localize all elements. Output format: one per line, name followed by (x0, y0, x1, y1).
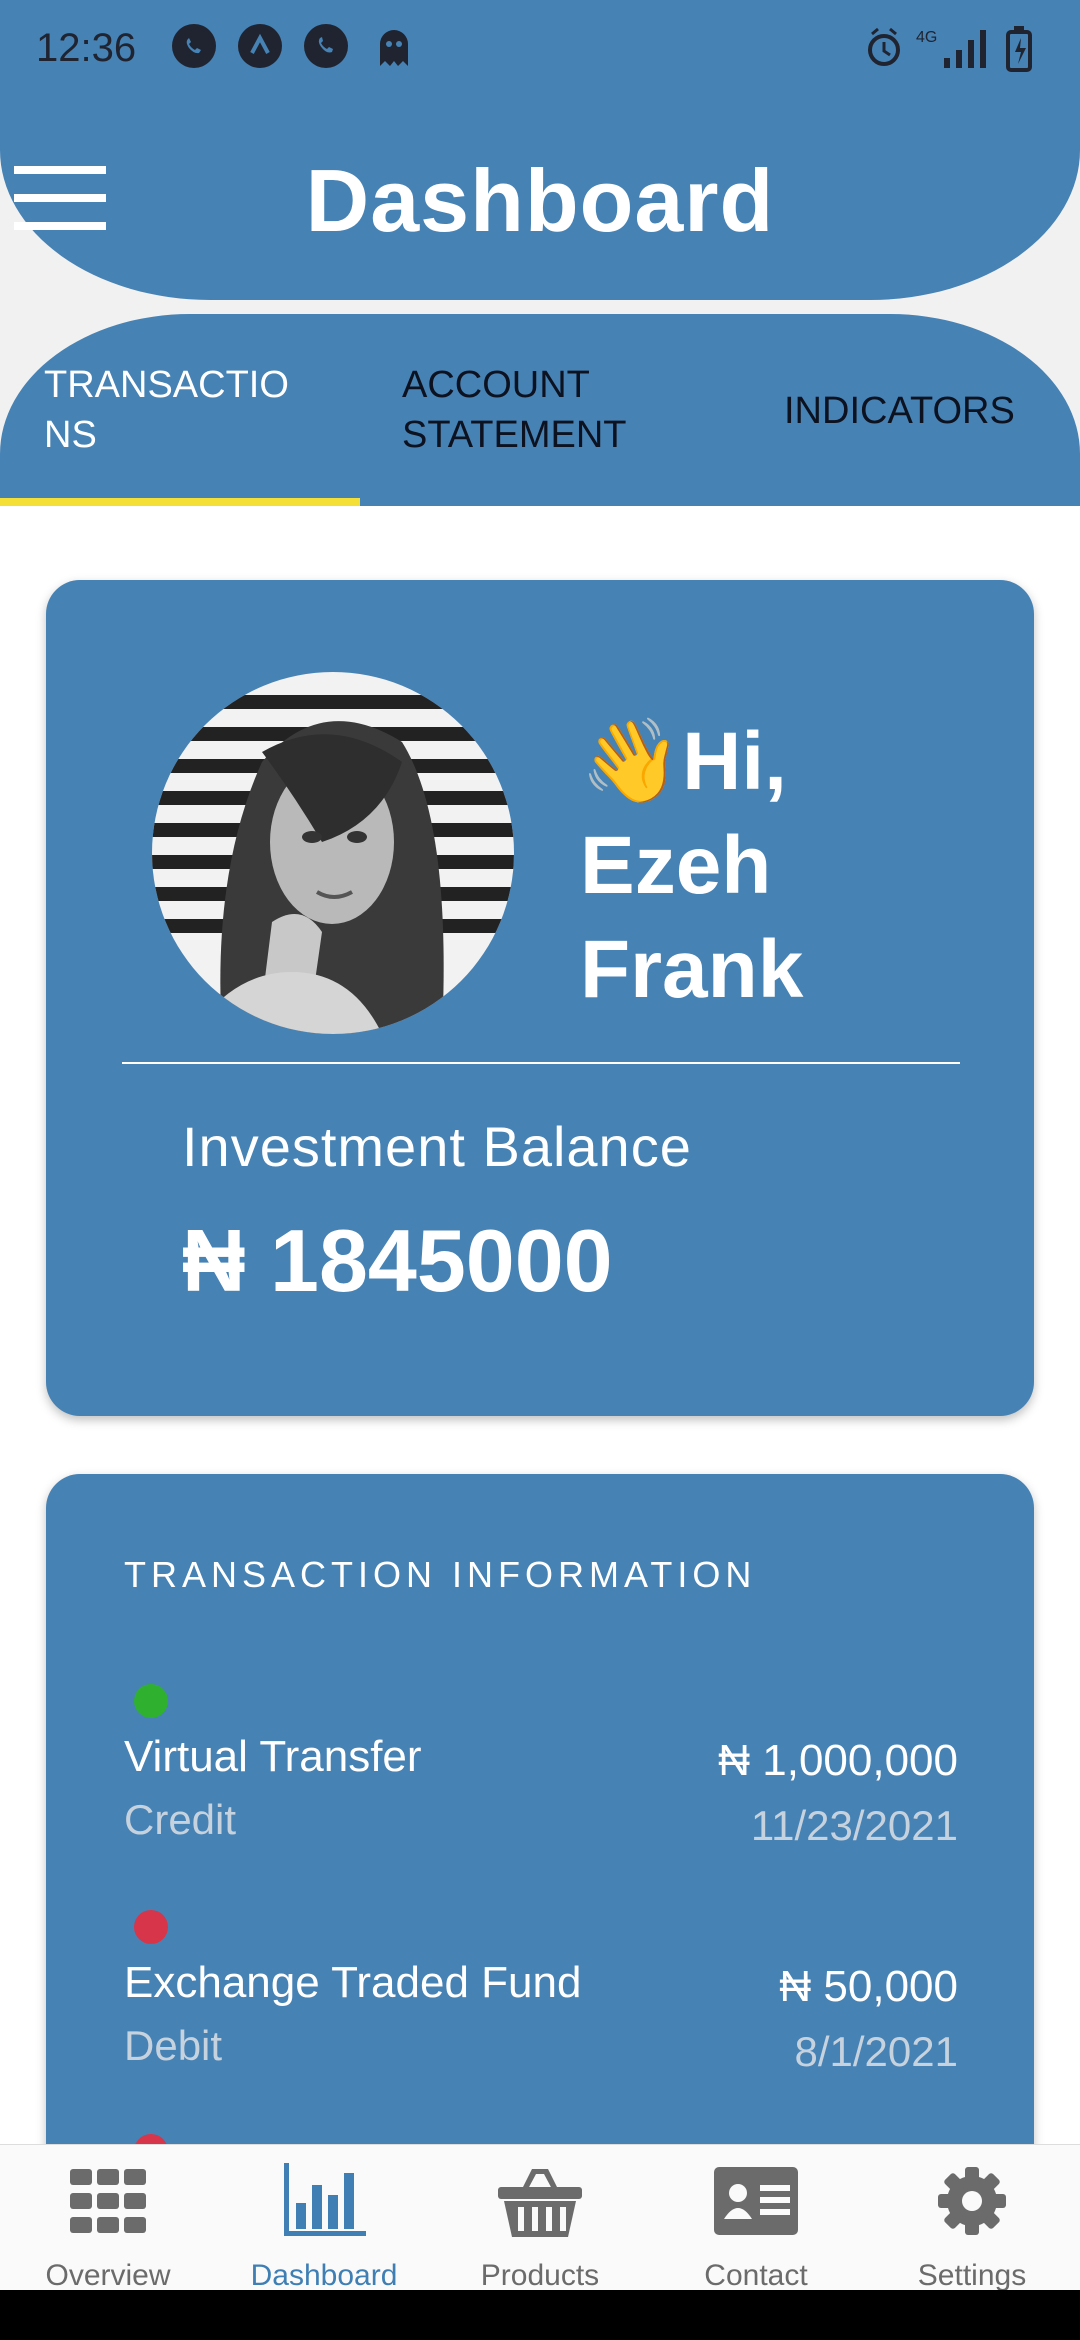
transaction-type: Credit (124, 1796, 237, 1843)
page-title: Dashboard (305, 151, 775, 250)
wave-icon: 👋 (580, 714, 683, 809)
nav-contact[interactable]: Contact (648, 2145, 864, 2292)
balance-value: ₦ 1845000 (182, 1211, 613, 1310)
app-header: 12:36 4G Dashboard (0, 0, 1080, 300)
status-time: 12:36 (36, 26, 137, 70)
transaction-date: 8/1/2021 (794, 2028, 959, 2075)
bottom-navigation: Overview Dashboard Products Contact Sett… (0, 2144, 1080, 2292)
transaction-amount: ₦ 50,000 (779, 1962, 958, 2011)
transaction-name: Virtual Transfer (124, 1732, 422, 1781)
gear-icon (938, 2167, 1006, 2235)
system-status-icons: 4G (866, 24, 1046, 74)
contact-card-icon (714, 2167, 798, 2235)
profile-card: 👋Hi, Ezeh Frank Investment Balance ₦ 184… (46, 580, 1034, 1416)
phone-icon (304, 24, 348, 68)
transaction-heading: TRANSACTION INFORMATION (124, 1554, 757, 1595)
nav-label: Settings (917, 2259, 1027, 2292)
grid-icon (70, 2169, 146, 2233)
nav-products[interactable]: Products (432, 2145, 648, 2292)
nav-label: Contact (704, 2259, 808, 2292)
nav-label: Overview (45, 2259, 171, 2292)
whatsapp-icon (172, 24, 216, 68)
ghost-icon (374, 26, 414, 73)
svg-text:4G: 4G (916, 29, 937, 46)
transaction-amount: ₦ 1,000,000 (718, 1736, 958, 1785)
status-dot-credit (134, 1684, 168, 1718)
transaction-type: Debit (124, 2022, 223, 2069)
tab-transactions[interactable]: TRANSACTIO NS (44, 360, 289, 460)
app-notification-icon (238, 24, 282, 68)
greeting-hi: Hi, (682, 716, 787, 807)
avatar (152, 672, 514, 1034)
tab-account-statement[interactable]: ACCOUNT STATEMENT (402, 360, 626, 460)
transaction-date: 11/23/2021 (750, 1802, 958, 1849)
nav-label: Dashboard (250, 2259, 398, 2292)
tab-bar: TRANSACTIO NS ACCOUNT STATEMENT INDICATO… (0, 314, 1080, 506)
nav-overview[interactable]: Overview (0, 2145, 216, 2292)
nav-dashboard[interactable]: Dashboard (216, 2145, 432, 2292)
nav-label: Products (480, 2259, 600, 2292)
user-first-name: Ezeh (580, 820, 772, 911)
divider (122, 1062, 960, 1064)
active-tab-indicator (0, 498, 360, 506)
status-bar: 12:36 4G (0, 0, 1080, 100)
nav-settings[interactable]: Settings (864, 2145, 1080, 2292)
greeting-text: 👋Hi, Ezeh Frank (580, 710, 803, 1022)
status-dot-debit (134, 1910, 168, 1944)
bar-chart-icon (284, 2163, 366, 2236)
basket-icon (498, 2169, 582, 2237)
alarm-signal-battery-icons: 4G (868, 26, 1032, 72)
balance-label: Investment Balance (182, 1115, 692, 1178)
system-navigation-bar (0, 2290, 1080, 2340)
transaction-name: Exchange Traded Fund (124, 1958, 582, 2007)
tab-indicators[interactable]: INDICATORS (784, 386, 1015, 436)
user-last-name: Frank (580, 924, 804, 1015)
